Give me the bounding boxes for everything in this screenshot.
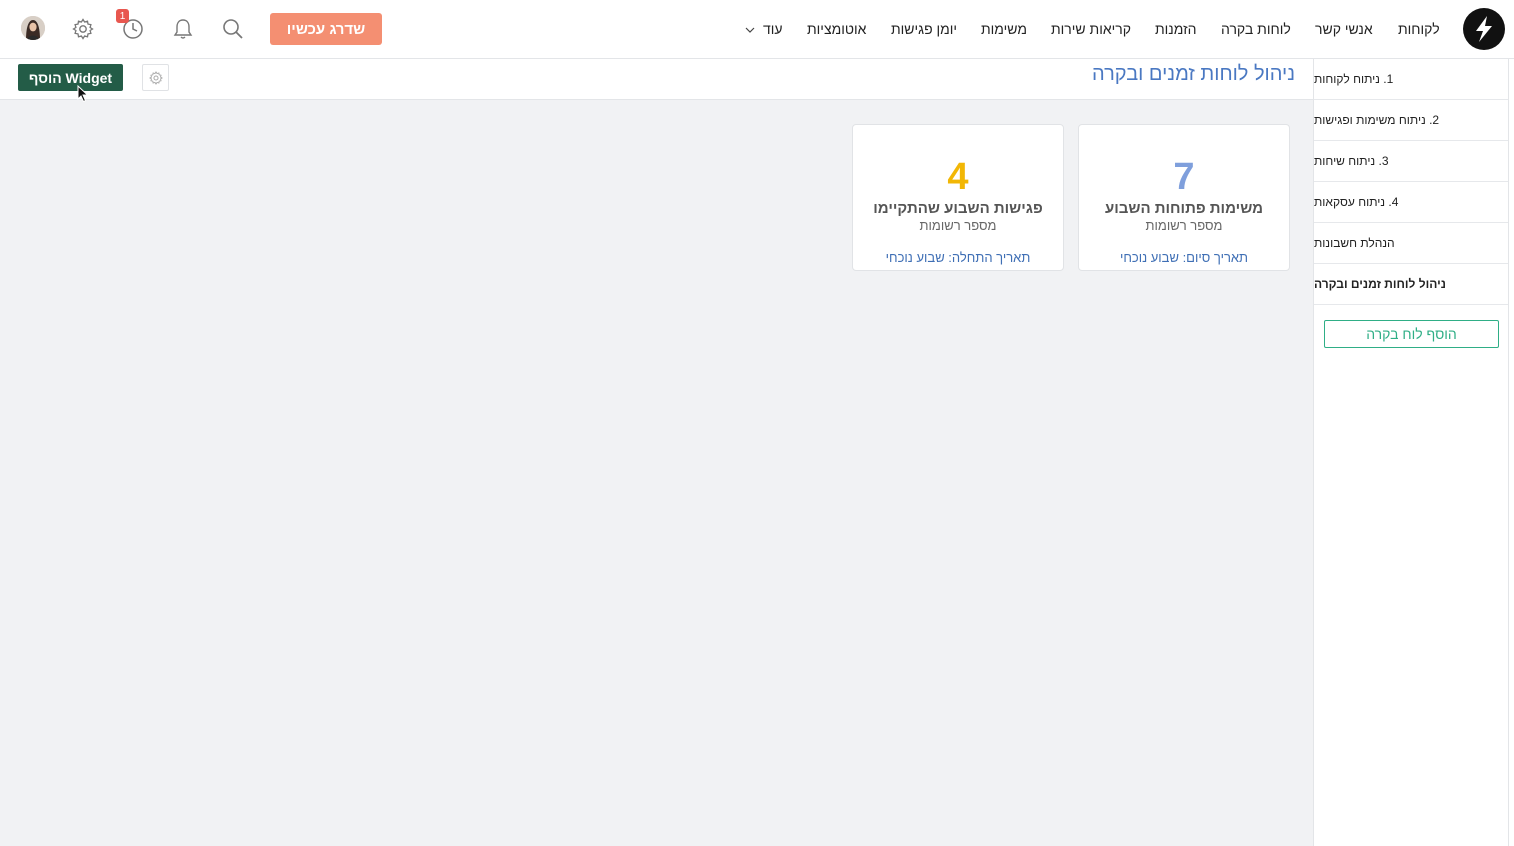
top-navbar: לקוחות אנשי קשר לוחות בקרה הזמנות קריאות… bbox=[0, 0, 1514, 59]
widget-filter: תאריך סיום: שבוע נוכחי bbox=[1119, 250, 1249, 265]
app-logo-icon[interactable] bbox=[1463, 8, 1505, 50]
nav-orders[interactable]: הזמנות bbox=[1155, 0, 1197, 58]
nav-contacts[interactable]: אנשי קשר bbox=[1315, 0, 1373, 58]
dashboards-sidebar: 1. ניתוח לקוחות 2. ניתוח משימות ופגישות … bbox=[1313, 59, 1509, 846]
widget-meetings-held[interactable]: 4 פגישות השבוע שהתקיימו מספר רשומות תארי… bbox=[852, 124, 1064, 271]
add-widget-button[interactable]: הוסף Widget bbox=[18, 64, 123, 91]
widget-subtitle: מספר רשומות bbox=[1145, 218, 1223, 233]
dashboard-header: ניהול לוחות זמנים ובקרה הוסף Widget bbox=[0, 59, 1313, 100]
sidebar-item-accounting[interactable]: הנהלת חשבונות bbox=[1314, 223, 1508, 264]
nav-customers[interactable]: לקוחות bbox=[1398, 0, 1440, 58]
upgrade-now-button[interactable]: שדרג עכשיו bbox=[270, 13, 382, 45]
nav-meetings-calendar[interactable]: יומן פגישות bbox=[891, 0, 957, 58]
nav-service-calls[interactable]: קריאות שירות bbox=[1051, 0, 1131, 58]
gear-icon bbox=[148, 70, 163, 85]
chevron-down-icon[interactable] bbox=[745, 26, 755, 34]
user-avatar[interactable] bbox=[21, 16, 45, 40]
widget-title: פגישות השבוע שהתקיימו bbox=[873, 200, 1043, 217]
nav-dashboards[interactable]: לוחות בקרה bbox=[1221, 0, 1291, 58]
widget-value: 4 bbox=[947, 156, 969, 198]
nav-more[interactable]: עוד bbox=[763, 0, 783, 58]
search-icon[interactable] bbox=[221, 17, 245, 41]
sidebar-item-schedule-control[interactable]: ניהול לוחות זמנים ובקרה bbox=[1314, 264, 1508, 305]
gear-icon[interactable] bbox=[71, 17, 95, 41]
widget-open-tasks[interactable]: 7 משימות פתוחות השבוע מספר רשומות תאריך … bbox=[1078, 124, 1290, 271]
nav-automations[interactable]: אוטומציות bbox=[807, 0, 866, 58]
scrollbar-track[interactable] bbox=[1509, 59, 1514, 846]
nav-tasks[interactable]: משימות bbox=[981, 0, 1027, 58]
notification-badge: 1 bbox=[116, 9, 129, 23]
sidebar-item-calls-analysis[interactable]: 3. ניתוח שיחות bbox=[1314, 141, 1508, 182]
sidebar-item-customer-analysis[interactable]: 1. ניתוח לקוחות bbox=[1314, 59, 1508, 100]
mouse-cursor-icon bbox=[77, 85, 89, 103]
dashboard-settings-button[interactable] bbox=[142, 64, 169, 91]
sidebar-item-tasks-meetings-analysis[interactable]: 2. ניתוח משימות ופגישות bbox=[1314, 100, 1508, 141]
widget-subtitle: מספר רשומות bbox=[919, 218, 997, 233]
widget-title: משימות פתוחות השבוע bbox=[1104, 200, 1264, 217]
bell-icon[interactable] bbox=[171, 17, 195, 41]
add-dashboard-button[interactable]: הוסף לוח בקרה bbox=[1324, 320, 1499, 348]
widget-filter: תאריך התחלה: שבוע נוכחי bbox=[885, 250, 1031, 265]
widget-value: 7 bbox=[1173, 156, 1195, 198]
page-title: ניהול לוחות זמנים ובקרה bbox=[1092, 63, 1295, 85]
sidebar-item-deals-analysis[interactable]: 4. ניתוח עסקאות bbox=[1314, 182, 1508, 223]
